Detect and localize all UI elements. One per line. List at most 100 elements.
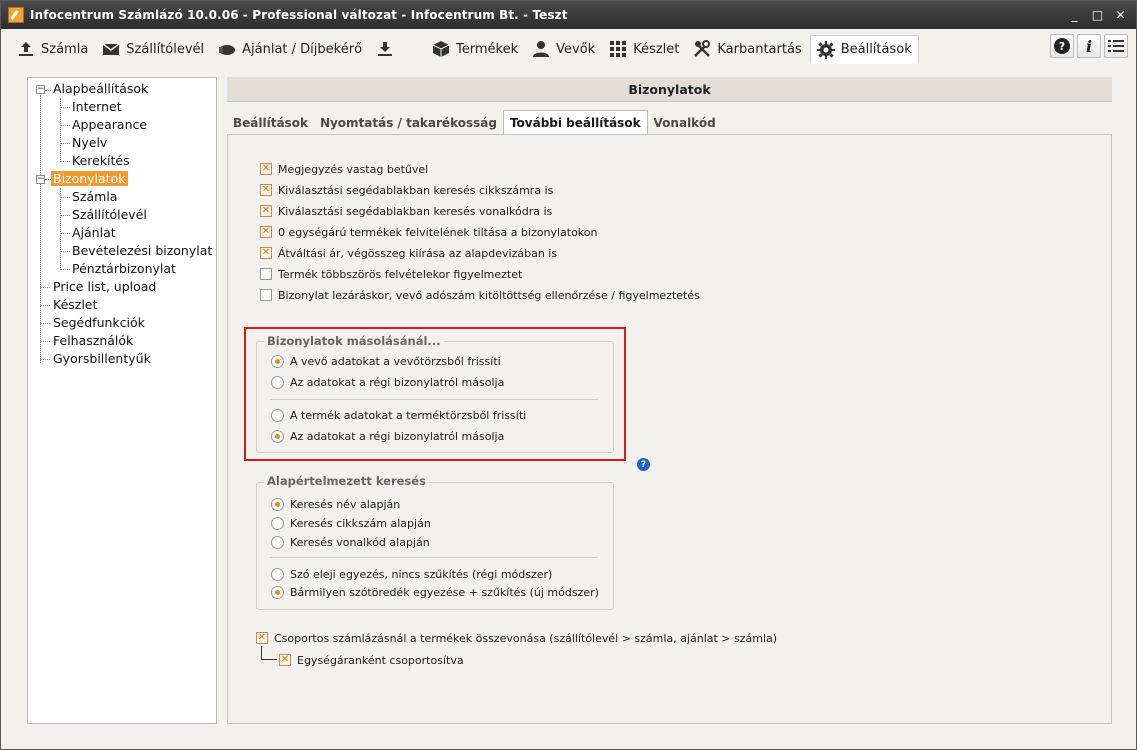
option-szotoredek[interactable]: Bármilyen szótöredék egyezése + szűkítés… — [271, 584, 599, 600]
toolbar-download[interactable] — [370, 35, 406, 63]
minimize-button[interactable]: _ — [1065, 6, 1084, 23]
toolbar-vevok[interactable]: Vevők — [526, 35, 601, 63]
title-bar: Infocentrum Számlázó 10.0.06 - Professio… — [1, 1, 1136, 29]
checkbox[interactable]: ✕ — [256, 632, 268, 644]
option-vevo-frissit[interactable]: A vevő adatokat a vevőtörzsből frissíti — [271, 353, 501, 369]
person-icon — [532, 40, 550, 58]
option-nulla-egysegaru-tiltas[interactable]: ✕ 0 egységárú termékek felvitelének tilt… — [260, 224, 597, 240]
tree-item-felhasznalok[interactable]: Felhasználók — [53, 332, 133, 350]
tree-item-label: Készlet — [53, 297, 98, 312]
tab-tovabbi-beallitasok[interactable]: További beállítások — [502, 110, 648, 134]
list-button[interactable] — [1104, 34, 1128, 58]
option-kereses-vonalkod[interactable]: Keresés vonalkód alapján — [271, 534, 430, 550]
toolbar-szallitolevel[interactable]: Szállítólevél — [96, 35, 210, 63]
toolbar-keszlet[interactable]: Készlet — [603, 35, 685, 63]
checkbox-label: Egységáranként csoportosítva — [297, 653, 464, 667]
toolbar-beallitasok[interactable]: Beállítások — [809, 35, 919, 64]
tree-item-gyorsbillentyuk[interactable]: Gyorsbillentyűk — [53, 350, 151, 368]
checkbox[interactable]: ✕ — [260, 226, 272, 238]
option-egysegarankent[interactable]: ✕ Egységáranként csoportosítva — [279, 652, 464, 668]
radio-label: Szó eleji egyezés, nincs szűkítés (régi … — [290, 567, 553, 581]
tree-item-label: Szállítólevél — [72, 207, 147, 222]
tree-item-szamla[interactable]: Számla — [72, 188, 117, 206]
radio[interactable] — [271, 535, 284, 549]
checkbox-label: Megjegyzés vastag betűvel — [278, 162, 429, 176]
radio[interactable] — [271, 497, 284, 511]
option-atvaltasi-ar[interactable]: ✕ Átváltási ár, végösszeg kiírása az ala… — [260, 245, 557, 261]
help-button[interactable]: ? — [1050, 34, 1074, 58]
tree-item-label: Price list, upload — [53, 279, 157, 294]
radio[interactable] — [271, 408, 284, 422]
radio[interactable] — [271, 516, 284, 530]
radio-label: Az adatokat a régi bizonylatról másolja — [290, 429, 505, 443]
settings-tabs: Beállítások Nyomtatás / takarékosság Tov… — [227, 110, 722, 134]
option-termek-masol[interactable]: Az adatokat a régi bizonylatról másolja — [271, 428, 504, 444]
tree-item-bizonylatok[interactable]: Bizonylatok — [51, 170, 128, 188]
option-termek-frissit[interactable]: A termék adatokat a terméktörzsből friss… — [271, 407, 526, 423]
tab-beallitasok[interactable]: Beállítások — [227, 112, 314, 134]
option-kereses-nev[interactable]: Keresés név alapján — [271, 496, 400, 512]
tree-item-label: Appearance — [72, 117, 148, 132]
radio[interactable] — [271, 354, 284, 368]
option-megjegyzes-vastag[interactable]: ✕ Megjegyzés vastag betűvel — [260, 161, 428, 177]
tree-item-szallitolevel[interactable]: Szállítólevél — [72, 206, 147, 224]
tab-vonalkod[interactable]: Vonalkód — [648, 112, 722, 134]
help-icon[interactable]: ? — [637, 458, 650, 471]
tree-item-alapbeallitasok[interactable]: Alapbeállítások — [53, 80, 148, 98]
option-kereses-cikkszam[interactable]: Keresés cikkszám alapján — [271, 515, 431, 531]
tree-item-appearance[interactable]: Appearance — [72, 116, 147, 134]
checkbox[interactable]: ✕ — [260, 163, 272, 175]
option-tobbszoros-felvetel[interactable]: Termék többszörös felvételekor figyelmez… — [260, 266, 522, 282]
tree-item-ajanlat[interactable]: Ajánlat — [72, 224, 116, 242]
collapse-toggle-bizonylatok[interactable]: − — [36, 175, 45, 184]
option-kereses-cikkszamra[interactable]: ✕ Kiválasztási segédablakban keresés cik… — [260, 182, 553, 198]
tree-item-kerekites[interactable]: Kerekítés — [72, 152, 130, 170]
tools-icon — [693, 40, 711, 58]
tree-item-price-list[interactable]: Price list, upload — [53, 278, 156, 296]
tab-content: ✕ Megjegyzés vastag betűvel ✕ Kiválasztá… — [227, 134, 1112, 724]
radio[interactable] — [271, 375, 284, 389]
option-szo-eleji[interactable]: Szó eleji egyezés, nincs szűkítés (régi … — [271, 566, 552, 582]
close-button[interactable]: ✕ — [1111, 6, 1130, 23]
checkbox-label: Bizonylat lezáráskor, vevő adószám kitöl… — [278, 288, 700, 302]
radio[interactable] — [271, 429, 284, 443]
checkbox[interactable]: ✕ — [260, 205, 272, 217]
option-adoszam-ellenorzes[interactable]: Bizonylat lezáráskor, vevő adószám kitöl… — [260, 287, 700, 303]
tree-item-label: Számla — [72, 189, 118, 204]
window-title: Infocentrum Számlázó 10.0.06 - Professio… — [30, 8, 568, 22]
toolbar-ajanlat[interactable]: Ajánlat / Díjbekérő — [212, 35, 368, 63]
toolbar-karbantartas[interactable]: Karbantartás — [687, 35, 807, 63]
upload-icon — [17, 40, 35, 58]
tree-item-label: Nyelv — [72, 135, 108, 150]
maximize-button[interactable]: □ — [1088, 6, 1107, 23]
checkbox[interactable]: ✕ — [260, 184, 272, 196]
tree-item-segedfunkciok[interactable]: Segédfunkciók — [53, 314, 145, 332]
checkbox[interactable]: ✕ — [260, 247, 272, 259]
svg-text:?: ? — [1059, 40, 1065, 53]
svg-text:i: i — [1086, 37, 1092, 55]
checkbox[interactable] — [260, 268, 272, 280]
radio[interactable] — [271, 567, 284, 581]
tree-item-label: Internet — [72, 99, 122, 114]
option-kereses-vonalkodra[interactable]: ✕ Kiválasztási segédablakban keresés von… — [260, 203, 552, 219]
main-toolbar: Számla Szállítólevél Ajánlat / Díjbekérő… — [1, 29, 1136, 69]
tree-item-nyelv[interactable]: Nyelv — [72, 134, 107, 152]
tree-item-keszlet[interactable]: Készlet — [53, 296, 97, 314]
tree-item-internet[interactable]: Internet — [72, 98, 122, 116]
info-button[interactable]: i — [1077, 34, 1101, 58]
toolbar-label: Számla — [41, 41, 89, 57]
checkbox[interactable] — [260, 289, 272, 301]
toolbar-szamla[interactable]: Számla — [11, 35, 94, 63]
tab-nyomtatas[interactable]: Nyomtatás / takarékosság — [314, 112, 503, 134]
tree-item-penztarbizonylat[interactable]: Pénztárbizonylat — [72, 260, 176, 278]
option-vevo-masol[interactable]: Az adatokat a régi bizonylatról másolja — [271, 374, 504, 390]
collapse-toggle-alapbeallitasok[interactable]: − — [36, 85, 45, 94]
toolbar-termekek[interactable]: Termékek — [426, 35, 524, 63]
checkbox-label: Termék többszörös felvételekor figyelmez… — [278, 267, 523, 281]
option-csoportos-osszevonas[interactable]: ✕ Csoportos számlázásnál a termékek össz… — [256, 630, 777, 646]
tree-item-label: Alapbeállítások — [53, 81, 149, 96]
radio[interactable] — [271, 585, 284, 599]
checkbox-label: Átváltási ár, végösszeg kiírása az alapd… — [278, 246, 558, 260]
checkbox[interactable]: ✕ — [279, 654, 291, 666]
tree-item-bevetelezesi-bizonylat[interactable]: Bevételezési bizonylat — [72, 242, 212, 260]
